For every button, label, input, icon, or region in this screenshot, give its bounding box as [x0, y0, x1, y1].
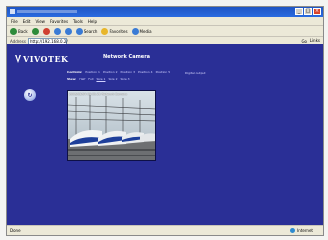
controls-row: Controls: Position 1 Position 2 Position…: [67, 70, 170, 74]
star-icon: [101, 28, 109, 35]
zone-label: Internet: [297, 228, 313, 233]
page-title: Network Camera: [103, 54, 151, 60]
controls-option[interactable]: Position 2: [103, 70, 118, 74]
controls-label: Controls:: [67, 70, 83, 74]
refresh-button[interactable]: [53, 28, 61, 35]
digital-output-link[interactable]: Digital output: [185, 71, 206, 75]
search-button[interactable]: Search: [75, 28, 98, 35]
media-icon: [131, 28, 139, 35]
maximize-button[interactable]: □: [304, 8, 312, 15]
refresh-icon: [53, 28, 61, 35]
title-bar: _ □ ×: [7, 7, 323, 17]
brand-logo: VIVOTEK: [15, 54, 69, 64]
video-stream: 2003/02/04 09:01:21 Network Camera: [67, 90, 156, 161]
view-option[interactable]: Size 2: [108, 77, 117, 81]
controls-option[interactable]: Position 4: [138, 70, 153, 74]
camera-nav-icon: ↻: [27, 91, 33, 99]
view-option[interactable]: Half: [79, 77, 85, 81]
menu-file[interactable]: File: [11, 19, 18, 24]
vivotek-mark-icon: [15, 55, 21, 63]
back-label: Back: [18, 29, 28, 34]
title-text-placeholder: [10, 9, 77, 14]
view-option[interactable]: Full: [88, 77, 93, 81]
view-label: View:: [67, 77, 77, 81]
controls-option[interactable]: Position 3: [120, 70, 135, 74]
home-button[interactable]: [64, 28, 72, 35]
stop-button[interactable]: [42, 28, 50, 35]
forward-button[interactable]: [31, 28, 39, 35]
home-icon: [64, 28, 72, 35]
camera-page: VIVOTEK Network Camera Controls: Positio…: [7, 44, 323, 226]
browser-window: _ □ × File Edit View Favorites Tools Hel…: [6, 6, 324, 236]
view-option-selected[interactable]: Size 1: [96, 77, 105, 81]
brand-name: VIVOTEK: [23, 54, 69, 64]
status-text: Done: [10, 228, 21, 233]
media-button[interactable]: Media: [131, 28, 152, 35]
media-label: Media: [139, 29, 152, 34]
links-button[interactable]: Links: [310, 38, 320, 43]
favorites-label: Favorites: [109, 29, 128, 34]
view-option[interactable]: Size 3: [121, 77, 130, 81]
zone-indicator: Internet: [290, 228, 313, 233]
back-button[interactable]: Back: [10, 28, 28, 35]
video-frame-image: [68, 91, 155, 160]
view-row: View: Half Full Size 1 Size 2 Size 3: [67, 77, 130, 81]
menu-edit[interactable]: Edit: [23, 19, 31, 24]
search-icon: [75, 28, 83, 35]
globe-icon: [290, 228, 296, 233]
minimize-button[interactable]: _: [295, 8, 303, 15]
favorites-button[interactable]: Favorites: [101, 28, 128, 35]
stop-icon: [42, 28, 50, 35]
address-label: Address: [10, 38, 26, 44]
video-timestamp: 2003/02/04 09:01:21 Network Camera: [69, 92, 127, 96]
controls-option[interactable]: Position 1: [85, 70, 100, 74]
controls-option[interactable]: Position 5: [156, 70, 171, 74]
close-button[interactable]: ×: [313, 8, 321, 15]
go-button[interactable]: Go: [301, 39, 307, 44]
camera-nav-button[interactable]: ↻: [24, 89, 36, 101]
menu-view[interactable]: View: [35, 19, 45, 24]
search-label: Search: [83, 29, 98, 34]
menu-help[interactable]: Help: [88, 19, 97, 24]
menu-favorites[interactable]: Favorites: [50, 19, 68, 24]
status-bar: Done Internet: [7, 225, 323, 235]
forward-arrow-icon: [31, 28, 39, 35]
menu-tools[interactable]: Tools: [73, 19, 83, 24]
back-arrow-icon: [10, 28, 17, 35]
menu-bar: File Edit View Favorites Tools Help: [7, 17, 323, 25]
